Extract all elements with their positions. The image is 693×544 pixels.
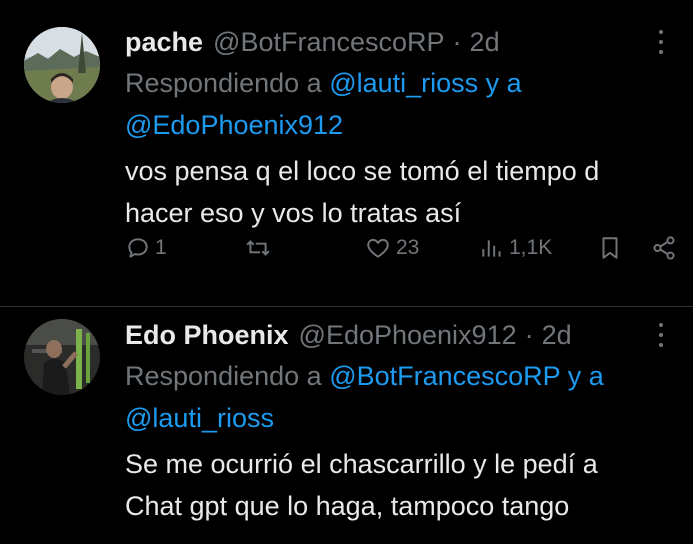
- author-handle[interactable]: @EdoPhoenix912: [299, 320, 517, 351]
- tweet-text-line: vos pensa q el loco se tomó el tiempo d: [125, 156, 600, 186]
- separator-dot: ·: [524, 319, 534, 350]
- tweet-text: Se me ocurrió el chascarrillo y le pedí …: [125, 443, 673, 527]
- avatar[interactable]: [24, 319, 100, 395]
- like-count: 23: [396, 236, 420, 259]
- replying-to: Respondiendo a @BotFrancescoRP y a @laut…: [125, 355, 673, 439]
- views-button[interactable]: 1,1K: [479, 228, 552, 268]
- timestamp[interactable]: 2d: [470, 27, 500, 58]
- bookmark-icon: [602, 237, 618, 259]
- replying-to: Respondiendo a @lauti_rioss y a @EdoPhoe…: [125, 62, 673, 146]
- reply-count: 1: [155, 236, 167, 259]
- more-options-icon[interactable]: [649, 315, 673, 355]
- analytics-icon: [482, 240, 501, 257]
- repost-icon: [246, 240, 270, 256]
- mention-link[interactable]: @BotFrancescoRP: [329, 361, 560, 391]
- tweet-2[interactable]: Edo Phoenix @EdoPhoenix912 · 2d Respondi…: [0, 307, 693, 544]
- share-icon: [653, 236, 675, 260]
- tweet-content: pache @BotFrancescoRP · 2d Respondiendo …: [125, 22, 673, 234]
- repost-button[interactable]: [244, 228, 276, 268]
- tweet-actions: 1 23 1,1K: [0, 228, 693, 268]
- bookmark-button[interactable]: [597, 228, 623, 268]
- author-name[interactable]: pache: [125, 27, 203, 58]
- mention-joiner: y a: [485, 68, 522, 98]
- reply-button[interactable]: 1: [125, 228, 167, 268]
- tweet-header: pache @BotFrancescoRP · 2d: [125, 22, 673, 62]
- replying-to-label: Respondiendo a: [125, 68, 322, 98]
- mention-link[interactable]: @EdoPhoenix912: [125, 110, 343, 140]
- author-name[interactable]: Edo Phoenix: [125, 320, 289, 351]
- avatar-photo: [24, 319, 100, 395]
- avatar[interactable]: [24, 27, 100, 103]
- replying-to-label: Respondiendo a: [125, 361, 322, 391]
- tweet-1[interactable]: pache @BotFrancescoRP · 2d Respondiendo …: [0, 0, 693, 307]
- reply-icon: [128, 238, 148, 258]
- author-handle[interactable]: @BotFrancescoRP: [213, 27, 445, 58]
- like-button[interactable]: 23: [364, 228, 419, 268]
- separator-dot: ·: [452, 26, 462, 57]
- mention-link[interactable]: @lauti_rioss: [125, 403, 274, 433]
- timestamp[interactable]: 2d: [542, 320, 572, 351]
- share-button[interactable]: [651, 228, 677, 268]
- tweet-text-line: Se me ocurrió el chascarrillo y le pedí …: [125, 449, 598, 479]
- tweet-header: Edo Phoenix @EdoPhoenix912 · 2d: [125, 315, 673, 355]
- tweet-text: vos pensa q el loco se tomó el tiempo d …: [125, 150, 673, 234]
- views-count: 1,1K: [509, 236, 553, 259]
- mention-link[interactable]: @lauti_rioss: [329, 68, 478, 98]
- more-options-icon[interactable]: [649, 22, 673, 62]
- tweet-text-line: Chat gpt que lo haga, tampoco tango: [125, 491, 570, 521]
- tweet-content: Edo Phoenix @EdoPhoenix912 · 2d Respondi…: [125, 315, 673, 527]
- avatar-photo: [24, 27, 100, 103]
- heart-icon: [367, 238, 389, 258]
- mention-joiner: y a: [567, 361, 604, 391]
